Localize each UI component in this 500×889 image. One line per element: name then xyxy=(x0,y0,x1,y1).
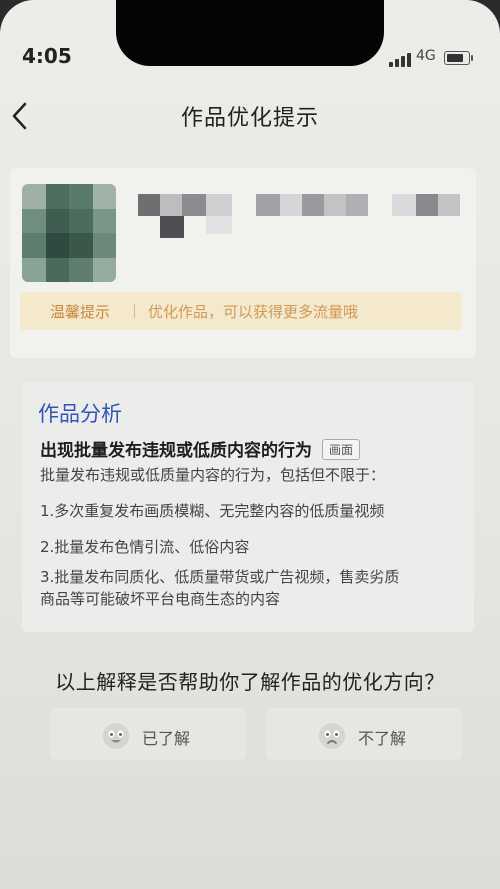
not-understood-label: 不了解 xyxy=(358,729,407,748)
section-title: 作品分析 xyxy=(38,402,122,426)
nav-bar: 作品优化提示 xyxy=(0,92,500,138)
page-title: 作品优化提示 xyxy=(180,106,319,131)
issue-item: 1.多次重复发布画质模糊、无完整内容的低质量视频 xyxy=(40,502,385,520)
issue-tag: 画面 xyxy=(322,439,361,460)
issue-item: 商品等可能破坏平台电商生态的内容 xyxy=(40,590,281,608)
issue-intro: 批量发布违规或低质量内容的行为，包括但不限于： xyxy=(40,466,386,484)
issue-header: 出现批量发布违规或低质内容的行为 画面 xyxy=(40,436,361,462)
battery-icon xyxy=(444,51,473,65)
understood-button[interactable]: 已了解 xyxy=(50,708,246,760)
analysis-card: 作品分析 出现批量发布违规或低质内容的行为 画面 批量发布违规或低质量内容的行为，… xyxy=(22,382,474,632)
phone-screen: 4:05 4G 作品优化提示 温馨提示 优化作品，可以获得更多流量哦 作品分析 … xyxy=(0,0,500,889)
sad-face-icon xyxy=(319,723,345,749)
tip-divider xyxy=(134,304,135,318)
issue-item: 2.批量发布色情引流、低俗内容 xyxy=(40,538,250,556)
signal-icon xyxy=(389,53,411,67)
work-info-card: 温馨提示 优化作品，可以获得更多流量哦 xyxy=(10,168,476,358)
blurred-work-title xyxy=(138,194,468,244)
issue-title: 出现批量发布违规或低质内容的行为 xyxy=(40,441,312,461)
happy-face-icon xyxy=(103,723,129,749)
warm-tip-bar: 温馨提示 优化作品，可以获得更多流量哦 xyxy=(20,292,462,330)
status-bar: 4:05 4G xyxy=(0,0,500,86)
network-type: 4G xyxy=(416,48,436,64)
tip-label: 温馨提示 xyxy=(50,303,111,321)
feedback-question: 以上解释是否帮助你了解作品的优化方向？ xyxy=(55,670,445,694)
issue-item: 3.批量发布同质化、低质量带货或广告视频，售卖劣质 xyxy=(40,568,400,586)
work-thumbnail[interactable] xyxy=(22,184,116,282)
tip-text: 优化作品，可以获得更多流量哦 xyxy=(148,303,359,321)
understood-label: 已了解 xyxy=(142,729,191,748)
not-understood-button[interactable]: 不了解 xyxy=(266,708,462,760)
status-time: 4:05 xyxy=(22,44,72,68)
